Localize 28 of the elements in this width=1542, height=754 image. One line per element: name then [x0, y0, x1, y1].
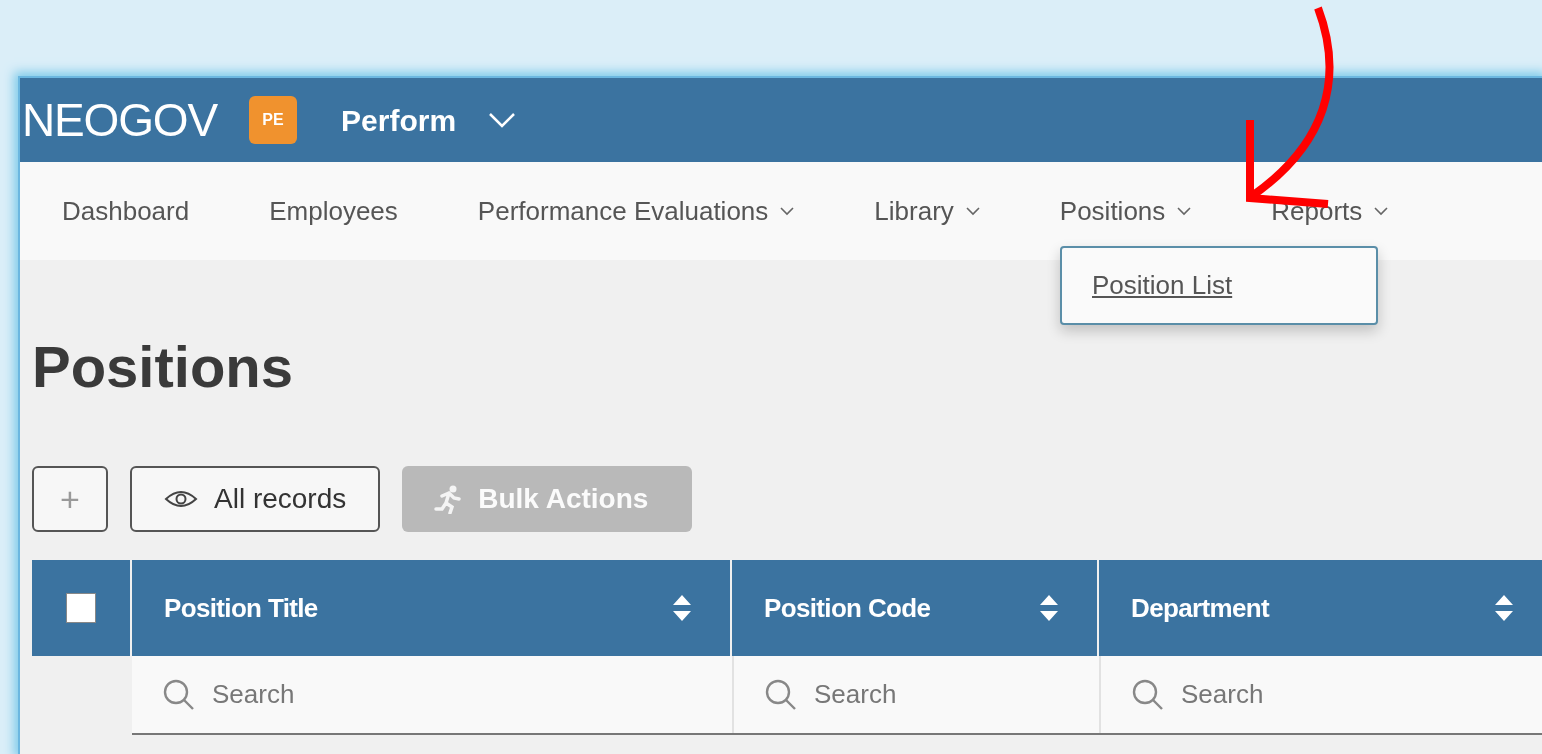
sort-icon	[1039, 594, 1059, 622]
search-field[interactable]: Search	[814, 675, 1014, 714]
eye-icon	[164, 489, 198, 509]
page-title: Positions	[32, 338, 295, 396]
nav-item[interactable]: Reports	[1271, 191, 1389, 231]
sort-icon	[1494, 594, 1514, 622]
nav-item[interactable]: Dashboard	[62, 191, 190, 231]
product-badge: PE	[249, 96, 298, 144]
nav-item[interactable]: Positions	[1059, 191, 1192, 231]
search-icon	[162, 677, 196, 712]
nav-item[interactable]: Library	[874, 191, 980, 231]
search-field[interactable]: Search	[212, 675, 412, 714]
column-header[interactable]: Department	[1099, 560, 1542, 656]
product-switcher[interactable]: Perform	[341, 97, 517, 143]
all-records-button[interactable]: All records	[130, 466, 381, 532]
chevron-down-icon	[488, 112, 517, 128]
sort-icon	[672, 594, 692, 622]
nav-item[interactable]: Employees	[269, 191, 398, 231]
menu-link[interactable]: Position List	[1092, 266, 1233, 305]
select-all-checkbox[interactable]	[66, 593, 96, 623]
search-field[interactable]: Search	[1181, 675, 1381, 714]
logo: NEOGOV	[22, 92, 218, 148]
column-header[interactable]: Position Code	[732, 560, 1097, 656]
search-icon	[1131, 677, 1165, 712]
nav-item[interactable]: Performance Evaluations	[477, 191, 795, 231]
column-header[interactable]: Position Title	[132, 560, 730, 656]
search-icon	[764, 677, 798, 712]
running-figure-icon	[434, 484, 463, 514]
